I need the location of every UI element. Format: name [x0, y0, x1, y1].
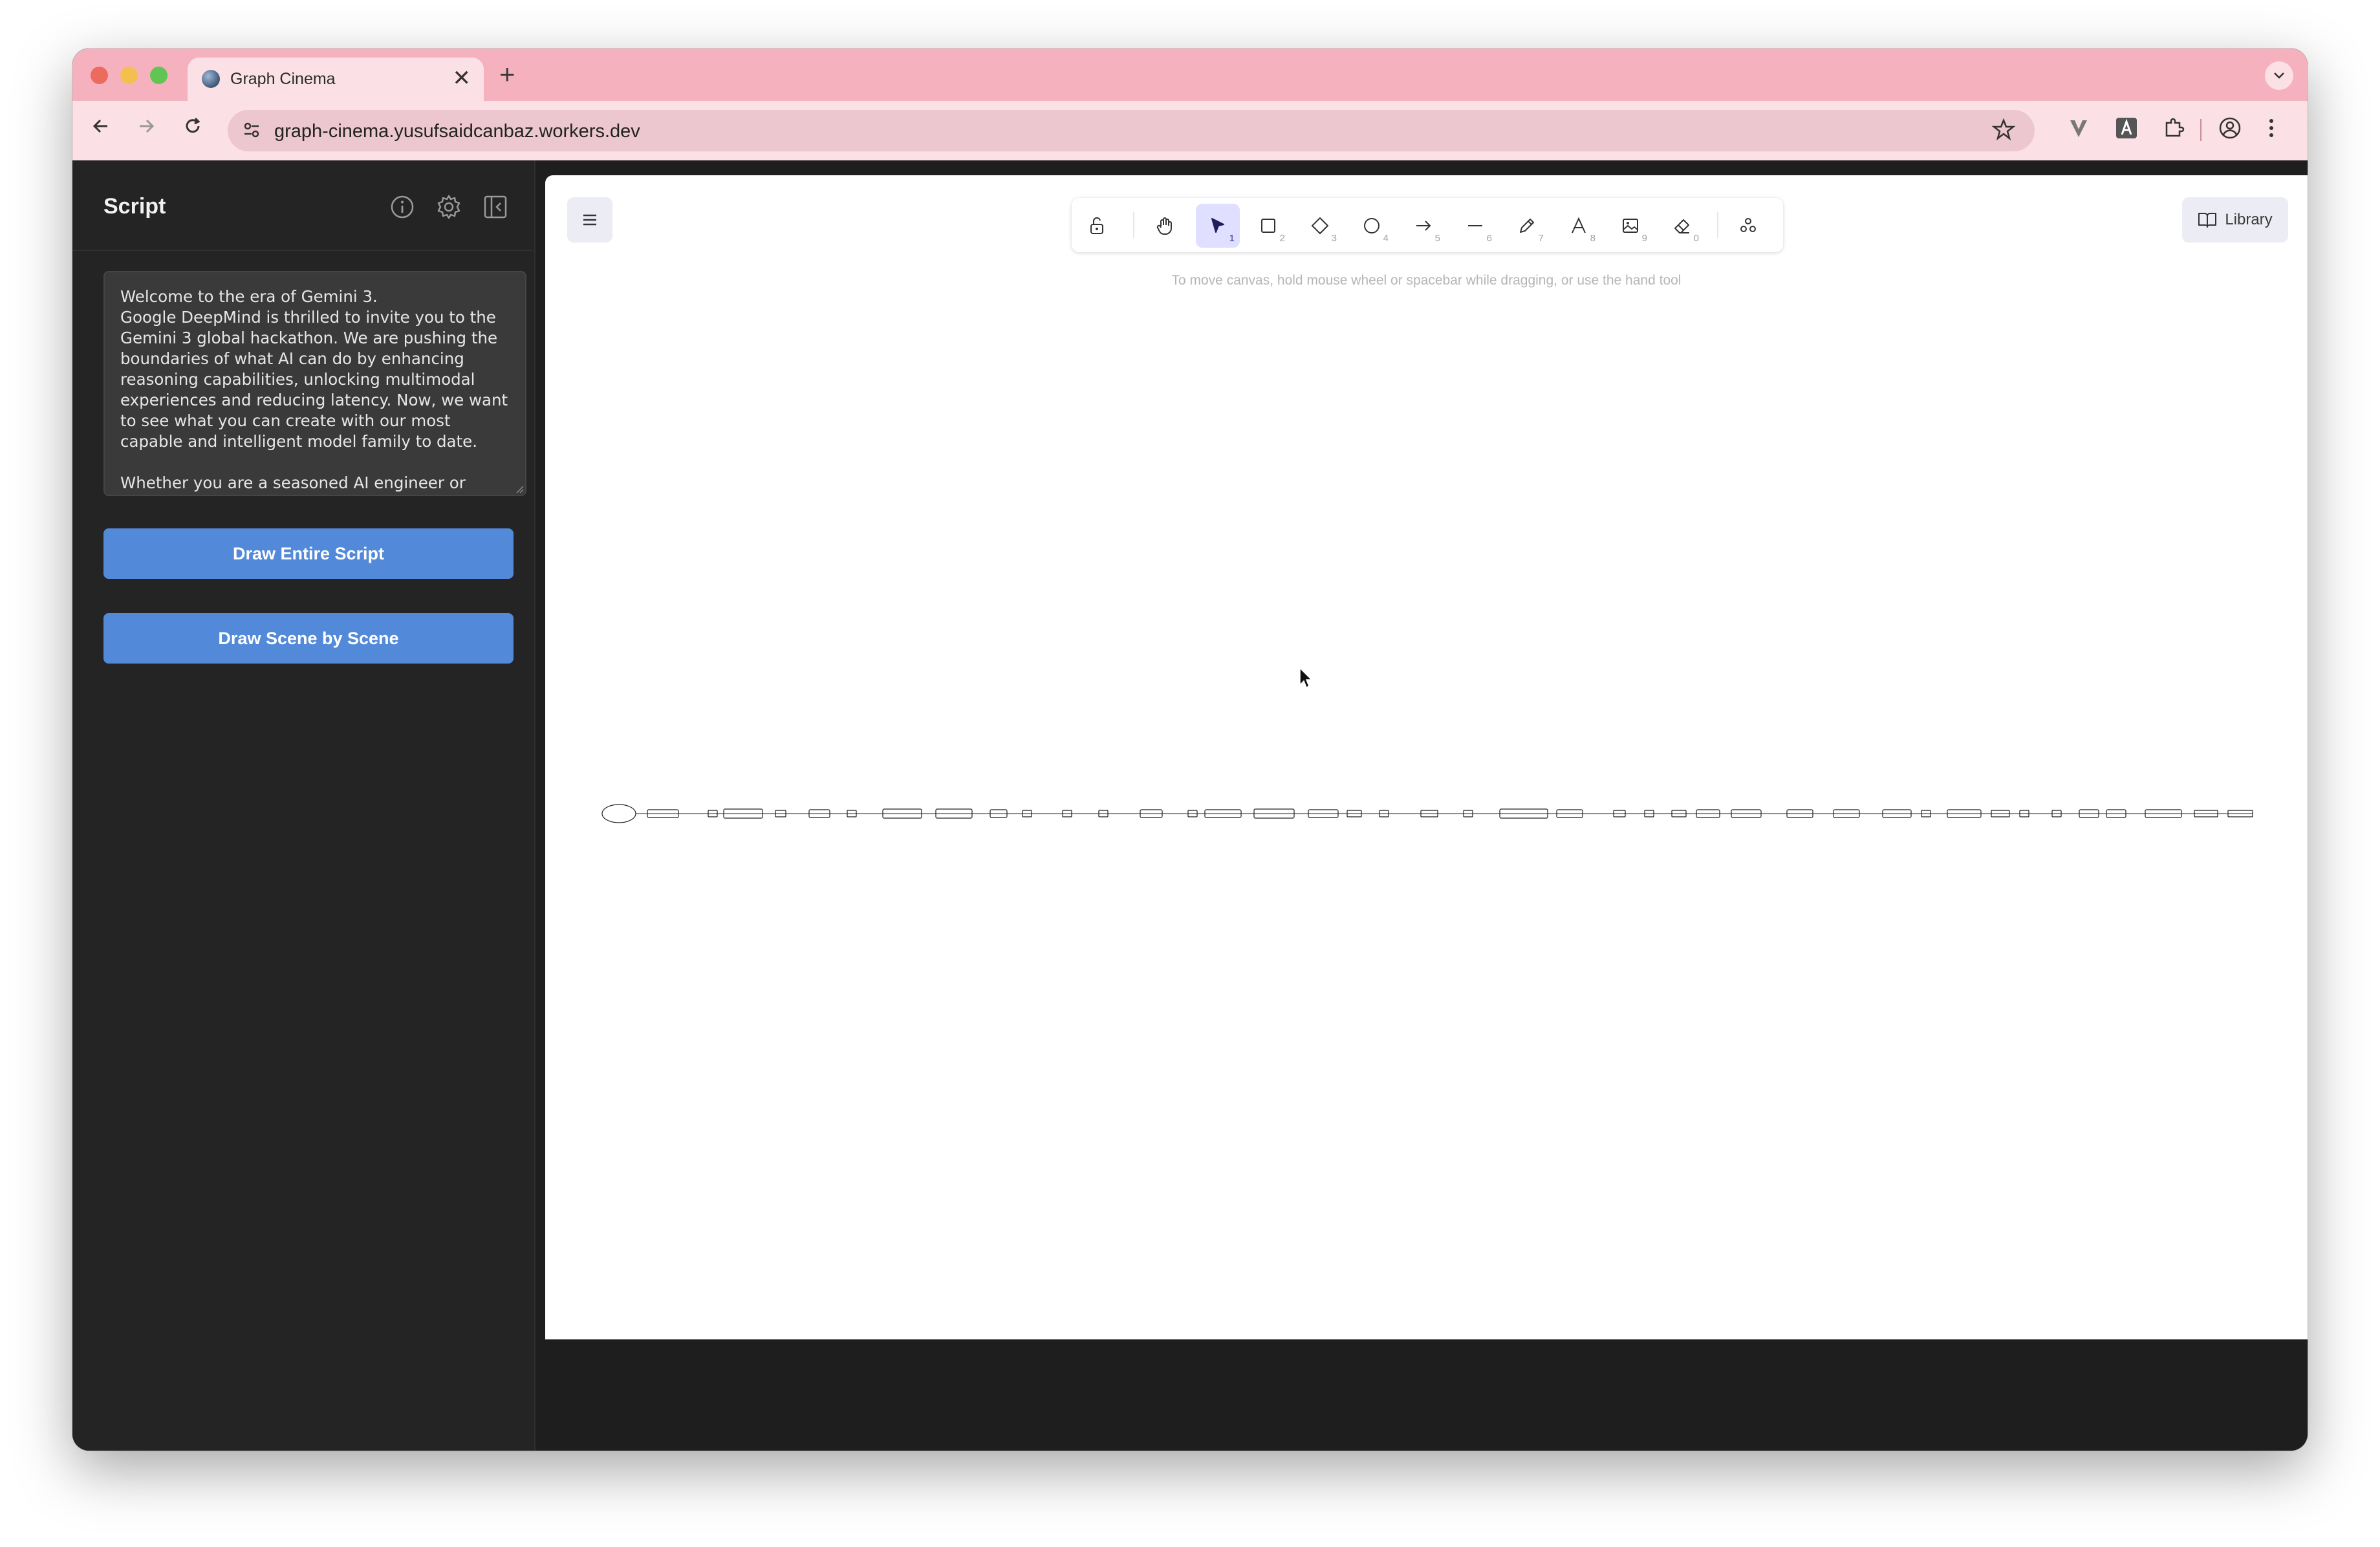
chevron-down-icon	[2274, 72, 2284, 79]
sidebar-title: Script	[103, 194, 166, 219]
tab-close-button[interactable]: ✕	[453, 65, 471, 91]
reload-button[interactable]	[177, 115, 208, 142]
script-textarea[interactable]: Welcome to the era of Gemini 3. Google D…	[103, 271, 526, 496]
reload-icon	[186, 117, 200, 133]
url-text: graph-cinema.yusufsaidcanbaz.workers.dev	[274, 121, 640, 142]
sidebar-header: Script	[72, 160, 534, 251]
mouse-cursor-icon	[1299, 667, 1313, 689]
favicon-icon	[202, 70, 220, 88]
tab-strip: Graph Cinema ✕ +	[72, 49, 2308, 101]
script-sidebar: Script Welcome to the era of Gemini 3. G…	[72, 160, 536, 1451]
font-extension-icon[interactable]	[2115, 116, 2138, 140]
site-info-icon[interactable]	[242, 120, 261, 140]
close-window-button[interactable]	[91, 67, 108, 84]
new-tab-button[interactable]: +	[499, 60, 515, 89]
tab-title: Graph Cinema	[230, 70, 336, 88]
toolbar-divider	[2200, 119, 2202, 141]
browser-tab[interactable]: Graph Cinema ✕	[188, 58, 484, 101]
page-content: Script Welcome to the era of Gemini 3. G…	[72, 160, 2308, 1451]
tab-search-button[interactable]	[2265, 61, 2293, 90]
bookmark-star-icon[interactable]	[1992, 118, 2015, 141]
settings-gear-icon[interactable]	[436, 194, 462, 220]
graph-start-node	[601, 804, 636, 823]
maximize-window-button[interactable]	[150, 67, 168, 84]
resize-handle-icon[interactable]	[514, 483, 524, 493]
address-bar[interactable]: graph-cinema.yusufsaidcanbaz.workers.dev	[228, 110, 2035, 151]
info-icon[interactable]	[389, 194, 415, 220]
forward-button[interactable]	[131, 115, 162, 142]
collapse-sidebar-icon[interactable]	[482, 194, 508, 220]
minimize-window-button[interactable]	[120, 67, 138, 84]
browser-window: Graph Cinema ✕ + graph-cinema.yusufsaidc…	[72, 49, 2308, 1451]
drawing-canvas[interactable]: 1 2 3 4 5 6 7 8 9 0 To move canvas, hold…	[545, 175, 2308, 1339]
puzzle-extensions-icon[interactable]	[2163, 116, 2186, 140]
back-button[interactable]	[85, 115, 116, 142]
browser-toolbar: graph-cinema.yusufsaidcanbaz.workers.dev	[72, 101, 2308, 160]
arrow-left-icon	[92, 119, 107, 133]
arrow-right-icon	[140, 119, 155, 133]
profile-avatar-icon[interactable]	[2218, 116, 2242, 140]
vpn-extension-icon[interactable]	[2067, 116, 2090, 140]
scene-graph[interactable]	[545, 175, 2308, 1339]
draw-scene-by-scene-button[interactable]: Draw Scene by Scene	[103, 613, 514, 664]
more-menu-icon[interactable]	[2265, 116, 2278, 140]
draw-entire-script-button[interactable]: Draw Entire Script	[103, 528, 514, 579]
